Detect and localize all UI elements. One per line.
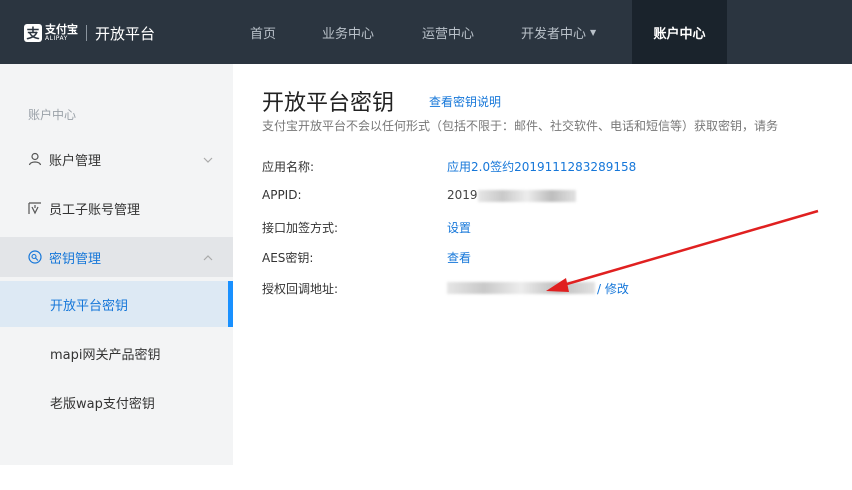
annotation-arrow bbox=[546, 209, 819, 292]
page-footer-area bbox=[0, 465, 852, 490]
